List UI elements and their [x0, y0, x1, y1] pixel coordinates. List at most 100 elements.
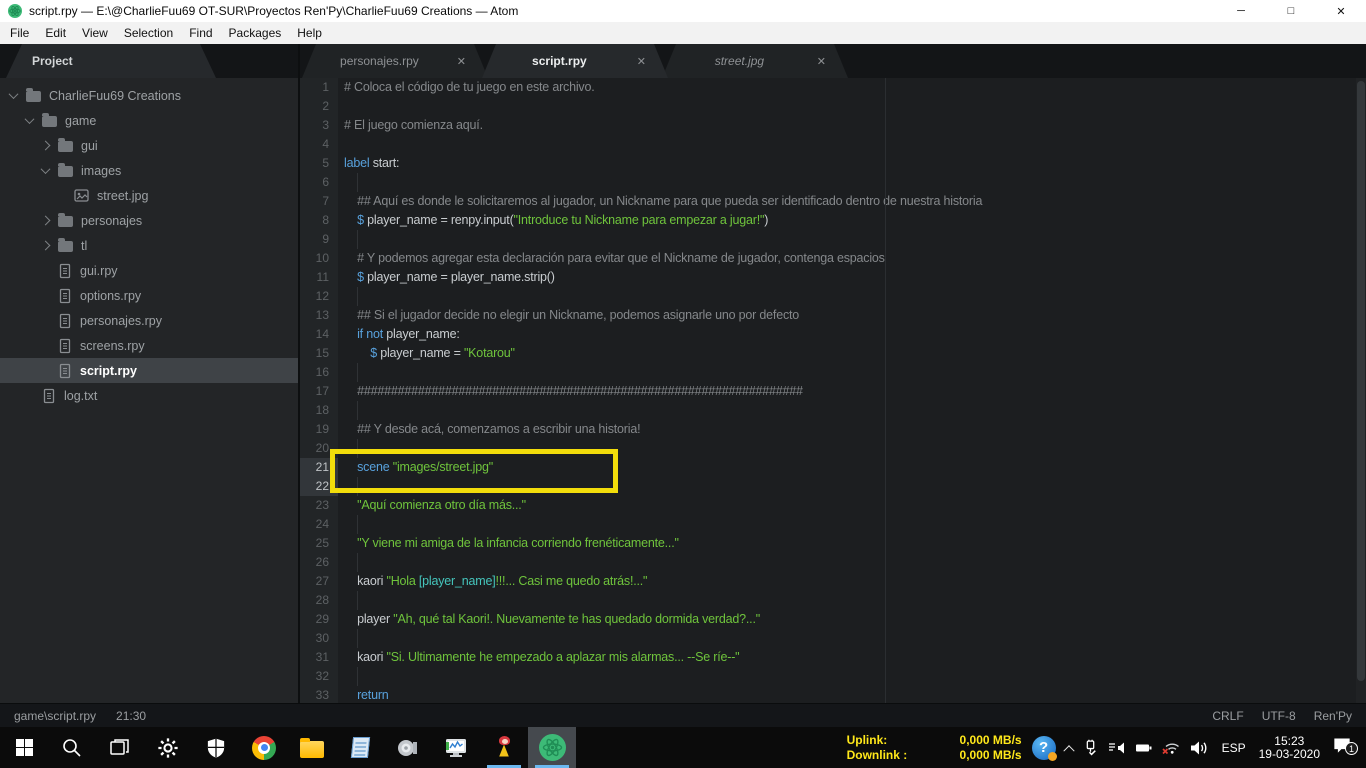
- code-line-11[interactable]: 11 $ player_name = player_name.strip(): [300, 268, 1366, 287]
- chevron-right-icon[interactable]: [41, 241, 51, 251]
- tree-item-log-txt[interactable]: log.txt: [0, 383, 298, 408]
- code-line-9[interactable]: 9: [300, 230, 1366, 249]
- code-line-1[interactable]: 1# Coloca el código de tu juego en este …: [300, 78, 1366, 97]
- code-line-29[interactable]: 29 player "Ah, qué tal Kaori!. Nuevament…: [300, 610, 1366, 629]
- taskbar-task-view[interactable]: [96, 727, 144, 768]
- notification-center-button[interactable]: 1: [1330, 736, 1360, 759]
- editor[interactable]: 1# Coloca el código de tu juego en este …: [300, 78, 1366, 703]
- taskbar-notepad[interactable]: [336, 727, 384, 768]
- status-file-path[interactable]: game\script.rpy: [14, 709, 96, 723]
- menu-view[interactable]: View: [74, 22, 116, 44]
- minimize-button[interactable]: ─: [1216, 0, 1266, 22]
- code-line-26[interactable]: 26: [300, 553, 1366, 572]
- close-button[interactable]: ✕: [1316, 0, 1366, 22]
- code-line-12[interactable]: 12: [300, 287, 1366, 306]
- chevron-down-icon[interactable]: [25, 114, 35, 124]
- tray-helper-icon[interactable]: ?: [1032, 736, 1056, 760]
- tree-item-gui-rpy[interactable]: gui.rpy: [0, 258, 298, 283]
- editor-scrollbar[interactable]: [1356, 78, 1366, 703]
- code-line-33[interactable]: 33 return: [300, 686, 1366, 703]
- tree-item-personajes-rpy[interactable]: personajes.rpy: [0, 308, 298, 333]
- taskbar-chrome[interactable]: [240, 727, 288, 768]
- taskbar-settings[interactable]: [144, 727, 192, 768]
- taskbar-speaker-app[interactable]: [384, 727, 432, 768]
- code-line-7[interactable]: 7 ## Aquí es donde le solicitaremos al j…: [300, 192, 1366, 211]
- taskbar-monitor-app[interactable]: [432, 727, 480, 768]
- tray-volume-icon[interactable]: [1190, 740, 1209, 756]
- code-line-24[interactable]: 24: [300, 515, 1366, 534]
- code-line-14[interactable]: 14 if not player_name:: [300, 325, 1366, 344]
- tree-item-game[interactable]: game: [0, 108, 298, 133]
- tab-close-icon[interactable]: ✕: [457, 55, 488, 68]
- menu-packages[interactable]: Packages: [221, 22, 290, 44]
- code-line-6[interactable]: 6: [300, 173, 1366, 192]
- clock[interactable]: 15:23 19-03-2020: [1259, 735, 1320, 761]
- code-line-15[interactable]: 15 $ player_name = "Kotarou": [300, 344, 1366, 363]
- code-line-19[interactable]: 19 ## Y desde acá, comenzamos a escribir…: [300, 420, 1366, 439]
- language-indicator[interactable]: ESP: [1219, 741, 1249, 755]
- menu-edit[interactable]: Edit: [37, 22, 74, 44]
- menu-find[interactable]: Find: [181, 22, 220, 44]
- code-line-10[interactable]: 10 # Y podemos agregar esta declaración …: [300, 249, 1366, 268]
- tree-item-images[interactable]: images: [0, 158, 298, 183]
- status-grammar[interactable]: Ren'Py: [1314, 709, 1352, 723]
- taskbar-renpy[interactable]: [480, 727, 528, 768]
- network-speed-widget[interactable]: Uplink: 0,000 MB/s Downlink : 0,000 MB/s: [847, 733, 1022, 762]
- scrollbar-thumb[interactable]: [1357, 81, 1365, 681]
- code-line-32[interactable]: 32: [300, 667, 1366, 686]
- code-line-31[interactable]: 31 kaori "Si. Ultimamente he empezado a …: [300, 648, 1366, 667]
- menu-help[interactable]: Help: [289, 22, 330, 44]
- status-line-ending[interactable]: CRLF: [1212, 709, 1243, 723]
- tab-personajes-rpy[interactable]: personajes.rpy✕: [302, 44, 488, 78]
- code-line-16[interactable]: 16: [300, 363, 1366, 382]
- project-tab[interactable]: Project: [6, 44, 216, 78]
- chevron-right-icon[interactable]: [41, 141, 51, 151]
- tree-item-personajes[interactable]: personajes: [0, 208, 298, 233]
- tree-item-street-jpg[interactable]: street.jpg: [0, 183, 298, 208]
- code-line-2[interactable]: 2: [300, 97, 1366, 116]
- tray-battery-icon[interactable]: [1135, 741, 1153, 755]
- code-line-17[interactable]: 17 #####################################…: [300, 382, 1366, 401]
- menu-selection[interactable]: Selection: [116, 22, 181, 44]
- tab-close-icon[interactable]: ✕: [817, 55, 848, 68]
- tray-wifi-off-icon[interactable]: [1162, 740, 1181, 756]
- tree-item-gui[interactable]: gui: [0, 133, 298, 158]
- taskbar-defender[interactable]: [192, 727, 240, 768]
- tab-close-icon[interactable]: ✕: [637, 55, 668, 68]
- tree-item-charliefuu69-creations[interactable]: CharlieFuu69 Creations: [0, 83, 298, 108]
- taskbar-atom[interactable]: [528, 727, 576, 768]
- tray-chevron-up-icon[interactable]: [1065, 744, 1073, 752]
- tab-script-rpy[interactable]: script.rpy✕: [482, 44, 668, 78]
- code-line-30[interactable]: 30: [300, 629, 1366, 648]
- code-line-3[interactable]: 3# El juego comienza aquí.: [300, 116, 1366, 135]
- code-line-13[interactable]: 13 ## Si el jugador decide no elegir un …: [300, 306, 1366, 325]
- code-line-25[interactable]: 25 "Y viene mi amiga de la infancia corr…: [300, 534, 1366, 553]
- code-line-8[interactable]: 8 $ player_name = renpy.input("Introduce…: [300, 211, 1366, 230]
- maximize-button[interactable]: □: [1266, 0, 1316, 22]
- tab-street-jpg[interactable]: street.jpg✕: [662, 44, 848, 78]
- menu-file[interactable]: File: [2, 22, 37, 44]
- chevron-right-icon[interactable]: [41, 216, 51, 226]
- code-line-5[interactable]: 5label start:: [300, 154, 1366, 173]
- code-line-4[interactable]: 4: [300, 135, 1366, 154]
- status-encoding[interactable]: UTF-8: [1262, 709, 1296, 723]
- tree-item-screens-rpy[interactable]: screens.rpy: [0, 333, 298, 358]
- chevron-down-icon[interactable]: [9, 89, 19, 99]
- code-line-28[interactable]: 28: [300, 591, 1366, 610]
- taskbar-start[interactable]: [0, 727, 48, 768]
- chevron-down-icon[interactable]: [41, 164, 51, 174]
- status-cursor-position[interactable]: 21:30: [116, 709, 146, 723]
- tray-mixer-icon[interactable]: [1108, 740, 1126, 756]
- tree-item-options-rpy[interactable]: options.rpy: [0, 283, 298, 308]
- taskbar-search[interactable]: [48, 727, 96, 768]
- code-text: # Coloca el código de tu juego en este a…: [338, 78, 1366, 97]
- code-line-23[interactable]: 23 "Aquí comienza otro día más...": [300, 496, 1366, 515]
- uplink-value: 0,000 MB/s: [960, 733, 1022, 747]
- tree-item-tl[interactable]: tl: [0, 233, 298, 258]
- clock-time: 15:23: [1259, 735, 1320, 748]
- code-line-27[interactable]: 27 kaori "Hola [player_name]!!!... Casi …: [300, 572, 1366, 591]
- code-line-18[interactable]: 18: [300, 401, 1366, 420]
- tree-item-script-rpy[interactable]: script.rpy: [0, 358, 298, 383]
- taskbar-explorer[interactable]: [288, 727, 336, 768]
- tray-usb-icon[interactable]: [1082, 739, 1099, 756]
